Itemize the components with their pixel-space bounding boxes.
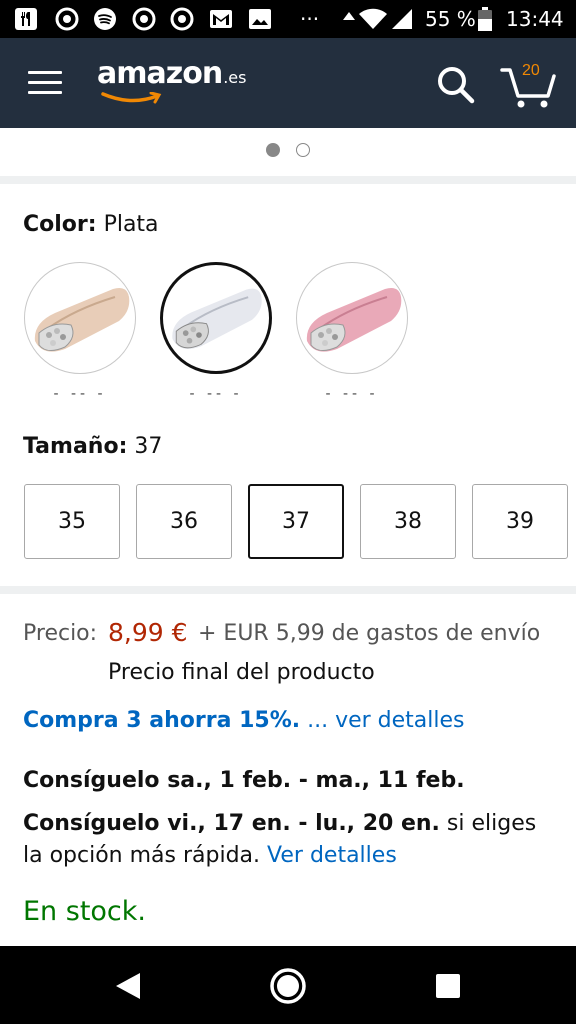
amazon-logo[interactable]: amazon.es	[97, 56, 247, 104]
gold-shoe-image	[34, 288, 130, 352]
search-icon	[438, 67, 475, 104]
restaurant-icon	[14, 7, 38, 31]
back-icon	[116, 973, 140, 999]
home-button[interactable]	[268, 966, 308, 1006]
app-header: amazon.es 20	[0, 38, 576, 128]
color-swatch-pink[interactable]	[296, 262, 408, 374]
stock-status: En stock.	[23, 896, 146, 927]
color-swatch-silver[interactable]	[160, 262, 272, 374]
recents-icon	[436, 974, 460, 998]
recents-button[interactable]	[428, 966, 468, 1006]
android-nav-bar	[0, 946, 576, 1024]
logo-word: amazon	[97, 56, 223, 91]
menu-icon-bar	[28, 91, 62, 94]
carousel-dot[interactable]	[296, 143, 310, 157]
gmail-icon	[209, 7, 233, 31]
status-bar: ··· 55 % 13:44	[0, 0, 576, 38]
size-selected-value: 37	[134, 434, 163, 459]
clock: 13:44	[506, 7, 564, 31]
spotify-icon	[93, 7, 117, 31]
delivery-standard: Consíguelo sa., 1 feb. - ma., 11 feb.	[23, 768, 465, 793]
color-swatch-gold[interactable]	[24, 262, 136, 374]
delivery-details-link[interactable]: Ver detalles	[267, 843, 397, 868]
delivery-fast-dates: Consíguelo vi., 17 en. - lu., 20 en.	[23, 811, 440, 836]
menu-button[interactable]	[28, 69, 62, 95]
swatch-price: - -- -	[325, 386, 379, 402]
price-label: Precio:	[23, 621, 98, 646]
delivery-fast: Consíguelo vi., 17 en. - lu., 20 en. si …	[23, 808, 553, 872]
menu-icon	[28, 71, 62, 74]
menu-icon-bar	[28, 81, 62, 84]
cell-signal-icon	[390, 7, 414, 31]
more-notifications: ···	[300, 7, 320, 31]
size-option-39[interactable]: 39	[472, 484, 568, 559]
pink-shoe-image	[306, 288, 402, 352]
chrome-icon	[132, 7, 156, 31]
color-label-key: Color:	[23, 212, 97, 237]
promo-text[interactable]: Compra 3 ahorra 15%.	[23, 708, 300, 733]
size-label: Tamaño: 37	[23, 434, 162, 459]
battery-icon	[476, 7, 494, 31]
cart-button[interactable]: 20	[500, 60, 558, 110]
size-option-35[interactable]: 35	[24, 484, 120, 559]
color-label: Color: Plata	[23, 212, 159, 237]
chrome-icon	[55, 7, 79, 31]
search-button[interactable]	[436, 65, 476, 105]
wifi-icon	[358, 7, 388, 31]
chrome-icon	[170, 7, 194, 31]
size-option-36[interactable]: 36	[136, 484, 232, 559]
promo-details-link[interactable]: ... ver detalles	[307, 708, 464, 733]
promo-offer: Compra 3 ahorra 15%. ... ver detalles	[23, 708, 465, 733]
shipping-cost: + EUR 5,99 de gastos de envío	[198, 621, 541, 646]
signal-icon	[342, 7, 356, 31]
image-carousel-dots	[0, 143, 576, 159]
carousel-dot-active[interactable]	[266, 143, 280, 157]
section-divider	[0, 176, 576, 184]
price-value: 8,99 €	[108, 618, 188, 647]
image-icon	[248, 7, 272, 31]
smile-logo-icon	[101, 92, 162, 104]
cart-count-badge: 20	[522, 62, 540, 79]
silver-shoe-image	[172, 288, 262, 349]
swatch-price: - -- -	[189, 386, 243, 402]
home-icon	[270, 968, 306, 1004]
color-selected-value: Plata	[103, 212, 159, 237]
swatch-price: - -- -	[53, 386, 107, 402]
battery-percent: 55 %	[425, 7, 476, 31]
size-option-37[interactable]: 37	[248, 484, 344, 559]
size-label-key: Tamaño:	[23, 434, 128, 459]
size-option-38[interactable]: 38	[360, 484, 456, 559]
section-divider	[0, 586, 576, 594]
logo-tld: .es	[223, 68, 247, 87]
back-button[interactable]	[108, 966, 148, 1006]
final-price-note: Precio final del producto	[108, 660, 375, 685]
